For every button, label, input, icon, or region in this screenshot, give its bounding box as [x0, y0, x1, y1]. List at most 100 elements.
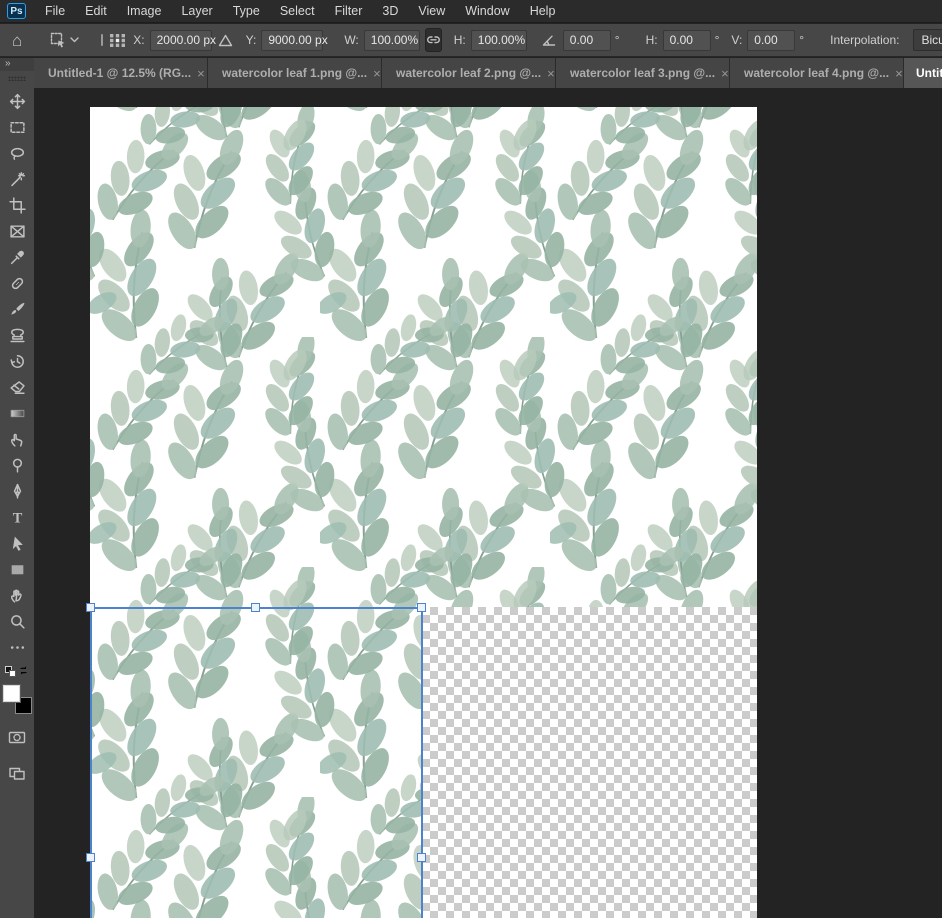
pen-tool-icon[interactable] — [0, 478, 34, 504]
menu-help[interactable]: Help — [520, 4, 566, 18]
path-selection-tool-icon[interactable] — [0, 530, 34, 556]
tab-label: Untitled-1 @ 12.5% (RG... — [48, 66, 192, 80]
menu-edit[interactable]: Edit — [75, 4, 117, 18]
interpolation-label: Interpolation: — [830, 33, 900, 47]
clone-stamp-tool-icon[interactable] — [0, 322, 34, 348]
foreground-color-swatch[interactable] — [2, 685, 20, 702]
rotation-input[interactable]: 0.00 — [562, 29, 611, 51]
vskew-label: V: — [731, 33, 743, 47]
transform-handle-middle-right[interactable] — [417, 853, 426, 862]
menu-view[interactable]: View — [408, 4, 455, 18]
magic-wand-tool-icon[interactable] — [0, 166, 34, 192]
toolbar-grip[interactable] — [8, 76, 26, 81]
default-colors-row — [5, 665, 29, 679]
chain-link-icon — [426, 36, 440, 44]
type-tool-icon[interactable]: T — [0, 504, 34, 530]
tab-watercolor-leaf-3[interactable]: watercolor leaf 3.png @... × — [556, 58, 730, 88]
eraser-tool-icon[interactable] — [0, 374, 34, 400]
vskew-value: 0.00 — [754, 33, 778, 47]
menu-3d[interactable]: 3D — [372, 4, 408, 18]
quick-mask-icon[interactable] — [0, 724, 34, 750]
transform-handle-middle-left[interactable] — [86, 853, 95, 862]
collapse-panel-icon[interactable]: » — [0, 58, 34, 71]
transform-tool-icon — [50, 32, 66, 48]
document-tab-bar: Untitled-1 @ 12.5% (RG... × watercolor l… — [34, 58, 942, 88]
smudge-tool-icon[interactable] — [0, 426, 34, 452]
svg-text:T: T — [12, 510, 22, 525]
history-brush-tool-icon[interactable] — [0, 348, 34, 374]
transform-handle-top-right[interactable] — [417, 603, 426, 612]
default-background-swatch — [9, 670, 16, 677]
gradient-tool-icon[interactable] — [0, 400, 34, 426]
close-icon[interactable]: × — [191, 66, 205, 81]
document-canvas[interactable] — [86, 107, 757, 918]
y-input[interactable]: 9000.00 px — [261, 29, 328, 51]
width-label: W: — [344, 33, 359, 47]
tab-label: watercolor leaf 1.png @... — [222, 66, 368, 80]
brush-tool-icon[interactable] — [0, 296, 34, 322]
reference-point-grid-icon[interactable] — [109, 33, 126, 48]
default-colors-icon[interactable] — [5, 666, 17, 678]
rotation-degree-symbol: ° — [614, 33, 620, 47]
home-icon[interactable]: ⌂ — [12, 32, 22, 49]
menu-bar: Ps File Edit Image Layer Type Select Fil… — [0, 0, 942, 23]
close-icon[interactable]: × — [367, 66, 381, 81]
transform-box-left-edge[interactable] — [90, 607, 92, 918]
x-input[interactable]: 2000.00 px — [149, 29, 216, 51]
menu-file[interactable]: File — [35, 4, 75, 18]
height-label: H: — [453, 33, 466, 47]
close-icon[interactable]: × — [541, 66, 555, 81]
move-tool-icon[interactable] — [0, 88, 34, 114]
height-value: 100.00% — [477, 33, 526, 47]
menu-select[interactable]: Select — [270, 4, 325, 18]
spot-healing-brush-tool-icon[interactable] — [0, 270, 34, 296]
eyedropper-tool-icon[interactable] — [0, 244, 34, 270]
crop-tool-icon[interactable] — [0, 192, 34, 218]
hand-tool-icon[interactable] — [0, 582, 34, 608]
y-label: Y: — [245, 33, 257, 47]
edit-toolbar-icon[interactable] — [0, 634, 34, 660]
rectangle-shape-tool-icon[interactable] — [0, 556, 34, 582]
color-swatches — [2, 685, 32, 714]
tool-preset-picker[interactable] — [46, 32, 83, 48]
vskew-input[interactable]: 0.00 — [747, 29, 796, 51]
screen-mode-icon[interactable] — [0, 760, 34, 786]
hskew-input[interactable]: 0.00 — [662, 29, 711, 51]
rotate-angle-icon — [541, 33, 557, 47]
tab-untitled-active[interactable]: Untit — [904, 58, 942, 88]
tab-watercolor-leaf-4[interactable]: watercolor leaf 4.png @... × — [730, 58, 904, 88]
maintain-aspect-ratio-button[interactable] — [424, 28, 442, 52]
menu-type[interactable]: Type — [223, 4, 270, 18]
hskew-degree-symbol: ° — [714, 33, 720, 47]
menu-layer[interactable]: Layer — [171, 4, 222, 18]
frame-tool-icon[interactable] — [0, 218, 34, 244]
close-icon[interactable]: × — [889, 66, 903, 81]
width-input[interactable]: 100.00% — [363, 29, 420, 51]
dodge-tool-icon[interactable] — [0, 452, 34, 478]
reference-point-checkbox[interactable] — [101, 34, 104, 46]
relative-positioning-icon[interactable] — [218, 34, 233, 47]
zoom-tool-icon[interactable] — [0, 608, 34, 634]
menu-window[interactable]: Window — [455, 4, 519, 18]
transform-options-bar: ⌂ X: 2000.00 px Y: 9000.00 px W: 100.00%… — [0, 24, 942, 57]
close-icon[interactable]: × — [715, 66, 729, 81]
interpolation-dropdown[interactable]: Bicubic — [912, 29, 942, 51]
tab-untitled-1[interactable]: Untitled-1 @ 12.5% (RG... × — [34, 58, 208, 88]
x-value: 2000.00 px — [156, 33, 217, 47]
transform-box-right-edge[interactable] — [421, 607, 423, 918]
vskew-degree-symbol: ° — [799, 33, 805, 47]
rotation-value: 0.00 — [569, 33, 594, 47]
transform-handle-top-center[interactable] — [251, 603, 260, 612]
lasso-tool-icon[interactable] — [0, 140, 34, 166]
rectangular-marquee-tool-icon[interactable] — [0, 114, 34, 140]
swap-colors-icon[interactable] — [18, 665, 29, 679]
height-input[interactable]: 100.00% — [470, 29, 527, 51]
tab-watercolor-leaf-2[interactable]: watercolor leaf 2.png @... × — [382, 58, 556, 88]
transform-handle-top-left[interactable] — [86, 603, 95, 612]
transparency-checkerboard — [422, 607, 757, 918]
menu-filter[interactable]: Filter — [325, 4, 373, 18]
x-label: X: — [133, 33, 145, 47]
tab-label: watercolor leaf 4.png @... — [744, 66, 890, 80]
menu-image[interactable]: Image — [117, 4, 172, 18]
tab-watercolor-leaf-1[interactable]: watercolor leaf 1.png @... × — [208, 58, 382, 88]
